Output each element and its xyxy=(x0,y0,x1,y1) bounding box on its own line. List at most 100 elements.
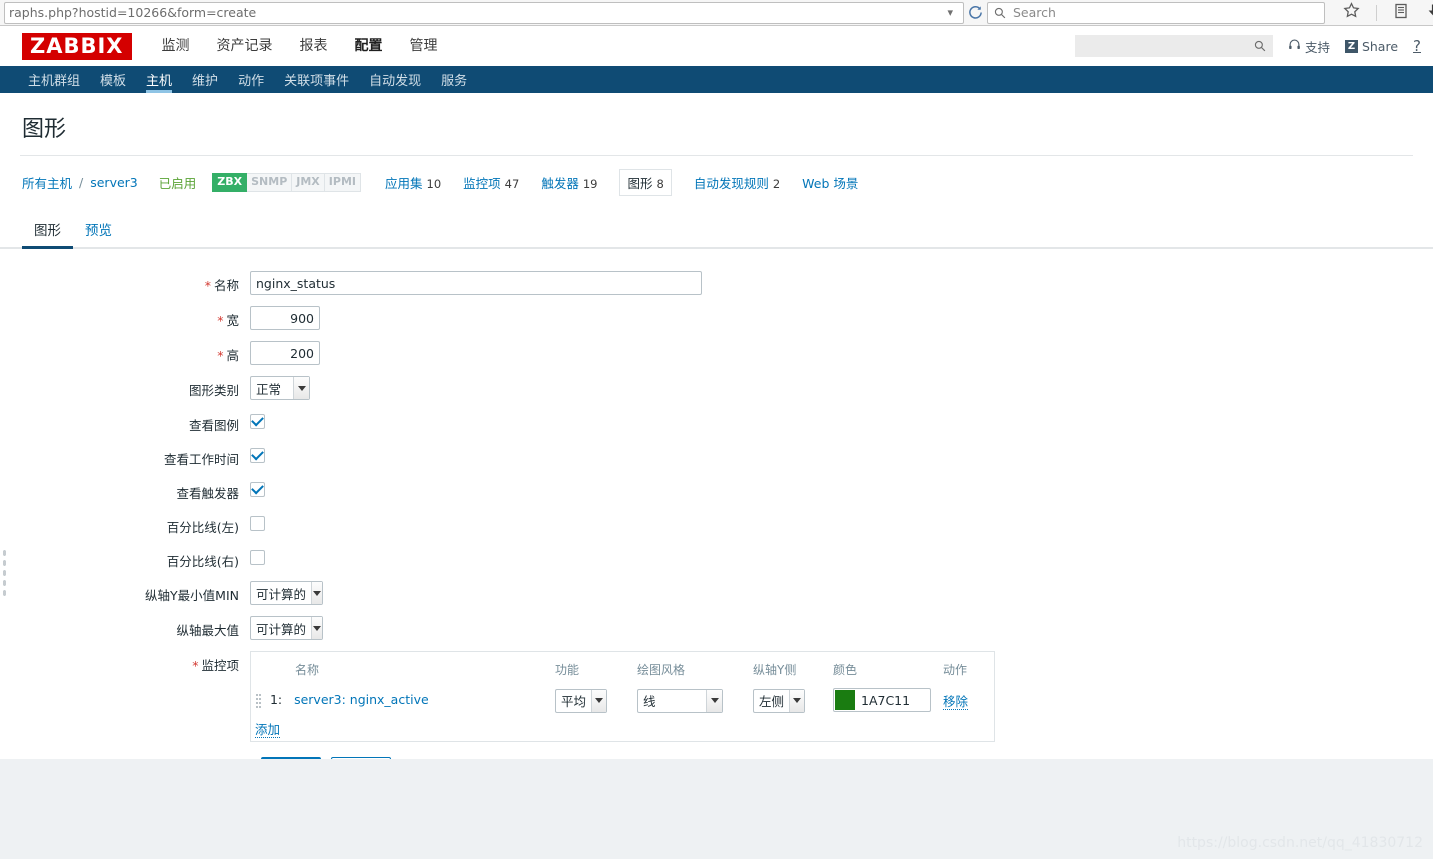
item-y-side-select[interactable]: 左侧 xyxy=(753,688,805,713)
remove-item-link[interactable]: 移除 xyxy=(943,694,969,710)
page-title: 图形 xyxy=(22,117,67,142)
chevron-down-icon[interactable] xyxy=(311,582,322,604)
show-legend-checkbox[interactable] xyxy=(250,414,265,429)
share-link[interactable]: Z Share xyxy=(1344,39,1398,54)
menu-item-administration[interactable]: 管理 xyxy=(410,35,438,57)
host-link-applications[interactable]: 应用集 10 xyxy=(385,173,441,192)
percentile-left-checkbox[interactable] xyxy=(250,516,265,531)
width-input[interactable] xyxy=(250,306,320,330)
breadcrumb-all-hosts[interactable]: 所有主机 xyxy=(22,173,72,192)
sidebar-resize-handle[interactable] xyxy=(2,548,8,598)
name-input[interactable] xyxy=(250,271,702,295)
host-link-items-label[interactable]: 监控项 xyxy=(463,176,501,191)
drag-handle-icon[interactable] xyxy=(255,692,262,709)
subnav-item-services[interactable]: 服务 xyxy=(431,66,477,93)
search-icon xyxy=(994,7,1006,18)
item-index: 1: xyxy=(269,692,283,707)
configuration-subnav: 主机群组 模板 主机 维护 动作 关联项事件 自动发现 服务 xyxy=(0,59,1433,93)
form-row-name: * 名称 xyxy=(0,271,1433,295)
menu-item-inventory[interactable]: 资产记录 xyxy=(217,35,273,57)
tab-preview[interactable]: 预览 xyxy=(73,213,124,249)
item-function-select[interactable]: 平均 xyxy=(555,688,607,713)
cell-color: 1A7C11 xyxy=(829,685,939,716)
host-link-discovery[interactable]: 自动发现规则 2 xyxy=(694,173,780,192)
subnav-item-discovery[interactable]: 自动发现 xyxy=(359,66,431,93)
table-header-row: 名称 功能 绘图风格 纵轴Y侧 颜色 动作 xyxy=(251,652,994,685)
column-header-draw-style: 绘图风格 xyxy=(637,663,686,677)
label-name: * 名称 xyxy=(0,271,250,294)
graph-type-select[interactable]: 正常 xyxy=(250,376,310,400)
add-item-link[interactable]: 添加 xyxy=(255,722,281,738)
y-max-select[interactable]: 可计算的 xyxy=(250,616,323,640)
form-row-items: * 监控项 名称 功能 绘图风格 纵轴Y侧 颜色 动作 1: server3: … xyxy=(0,651,1433,742)
chevron-down-icon[interactable] xyxy=(311,617,322,639)
menu-item-reports[interactable]: 报表 xyxy=(300,35,328,57)
tab-graph[interactable]: 图形 xyxy=(22,213,73,249)
subnav-item-hostgroups[interactable]: 主机群组 xyxy=(18,66,90,93)
chevron-down-icon[interactable] xyxy=(293,377,309,399)
toolbar-divider xyxy=(1376,4,1377,21)
form-row-show-triggers: 查看触发器 xyxy=(0,479,1433,502)
downloads-icon[interactable] xyxy=(1425,3,1433,23)
browser-action-icons xyxy=(1343,2,1433,23)
host-link-triggers[interactable]: 触发器 19 xyxy=(541,173,597,192)
required-marker: * xyxy=(217,313,224,328)
y-min-value: 可计算的 xyxy=(256,586,307,602)
reload-icon[interactable] xyxy=(968,2,983,24)
library-icon[interactable] xyxy=(1393,3,1409,23)
page-container: 图形 所有主机 / server3 已启用 ZBX SNMP JMX IPMI … xyxy=(0,93,1433,813)
form-row-percentile-right: 百分比线(右) xyxy=(0,547,1433,570)
browser-search-input[interactable]: Search xyxy=(987,1,1325,24)
bookmark-star-icon[interactable] xyxy=(1343,2,1360,23)
host-entity-links: 应用集 10 监控项 47 触发器 19 图形 8 自动发现规则 2 Web 场景 xyxy=(385,169,858,196)
menu-item-configuration[interactable]: 配置 xyxy=(355,35,383,57)
zabbix-logo[interactable]: ZABBIX xyxy=(22,32,132,60)
browser-search-placeholder: Search xyxy=(1013,5,1056,20)
y-max-value: 可计算的 xyxy=(256,621,307,637)
subnav-item-correlation[interactable]: 关联项事件 xyxy=(274,66,359,93)
height-input[interactable] xyxy=(250,341,320,365)
host-link-graphs[interactable]: 图形 8 xyxy=(619,169,672,196)
label-height-text: 高 xyxy=(226,348,239,363)
host-link-triggers-label[interactable]: 触发器 xyxy=(541,176,579,191)
cell-function: 平均 xyxy=(551,685,633,716)
chevron-down-icon[interactable] xyxy=(591,689,606,712)
menu-item-monitoring[interactable]: 监测 xyxy=(162,35,190,57)
host-breadcrumb-bar: 所有主机 / server3 已启用 ZBX SNMP JMX IPMI 应用集… xyxy=(0,156,1433,207)
table-row-add: 添加 xyxy=(251,716,994,741)
address-bar-text: raphs.php?hostid=10266&form=create xyxy=(9,4,257,20)
label-height: * 高 xyxy=(0,341,250,364)
subnav-item-templates[interactable]: 模板 xyxy=(90,66,136,93)
subnav-item-actions[interactable]: 动作 xyxy=(228,66,274,93)
interface-badge-zbx: ZBX xyxy=(212,173,248,192)
chevron-down-icon[interactable] xyxy=(789,689,804,712)
host-link-web-label[interactable]: Web 场景 xyxy=(802,176,858,191)
chevron-down-icon[interactable] xyxy=(706,689,722,712)
item-draw-style-select[interactable]: 线 xyxy=(637,688,723,713)
subnav-item-hosts[interactable]: 主机 xyxy=(136,66,182,93)
host-link-items[interactable]: 监控项 47 xyxy=(463,173,519,192)
form-row-percentile-left: 百分比线(左) xyxy=(0,513,1433,536)
host-link-web[interactable]: Web 场景 xyxy=(802,173,858,192)
show-triggers-checkbox[interactable] xyxy=(250,482,265,497)
required-marker: * xyxy=(217,348,224,363)
item-color-picker[interactable]: 1A7C11 xyxy=(833,688,931,712)
watermark-text: https://blog.csdn.net/qq_41830712 xyxy=(1177,835,1423,851)
support-link[interactable]: 支持 xyxy=(1288,37,1330,56)
show-working-time-checkbox[interactable] xyxy=(250,448,265,463)
host-link-applications-label[interactable]: 应用集 xyxy=(385,176,423,191)
breadcrumb-host-name[interactable]: server3 xyxy=(90,175,138,190)
item-name-link[interactable]: server3: nginx_active xyxy=(294,692,429,707)
global-search-input[interactable] xyxy=(1074,35,1273,57)
label-show-legend: 查看图例 xyxy=(188,418,239,433)
interface-badge-jmx: JMX xyxy=(292,173,325,192)
headset-icon xyxy=(1288,38,1301,54)
percentile-right-checkbox[interactable] xyxy=(250,550,265,565)
y-min-select[interactable]: 可计算的 xyxy=(250,581,323,605)
help-icon[interactable]: ? xyxy=(1413,37,1421,55)
chevron-down-icon[interactable]: ▾ xyxy=(941,6,959,19)
subnav-item-maintenance[interactable]: 维护 xyxy=(182,66,228,93)
form-row-show-working-time: 查看工作时间 xyxy=(0,445,1433,468)
host-link-discovery-label[interactable]: 自动发现规则 xyxy=(694,176,769,191)
address-bar[interactable]: raphs.php?hostid=10266&form=create ▾ xyxy=(4,1,964,24)
